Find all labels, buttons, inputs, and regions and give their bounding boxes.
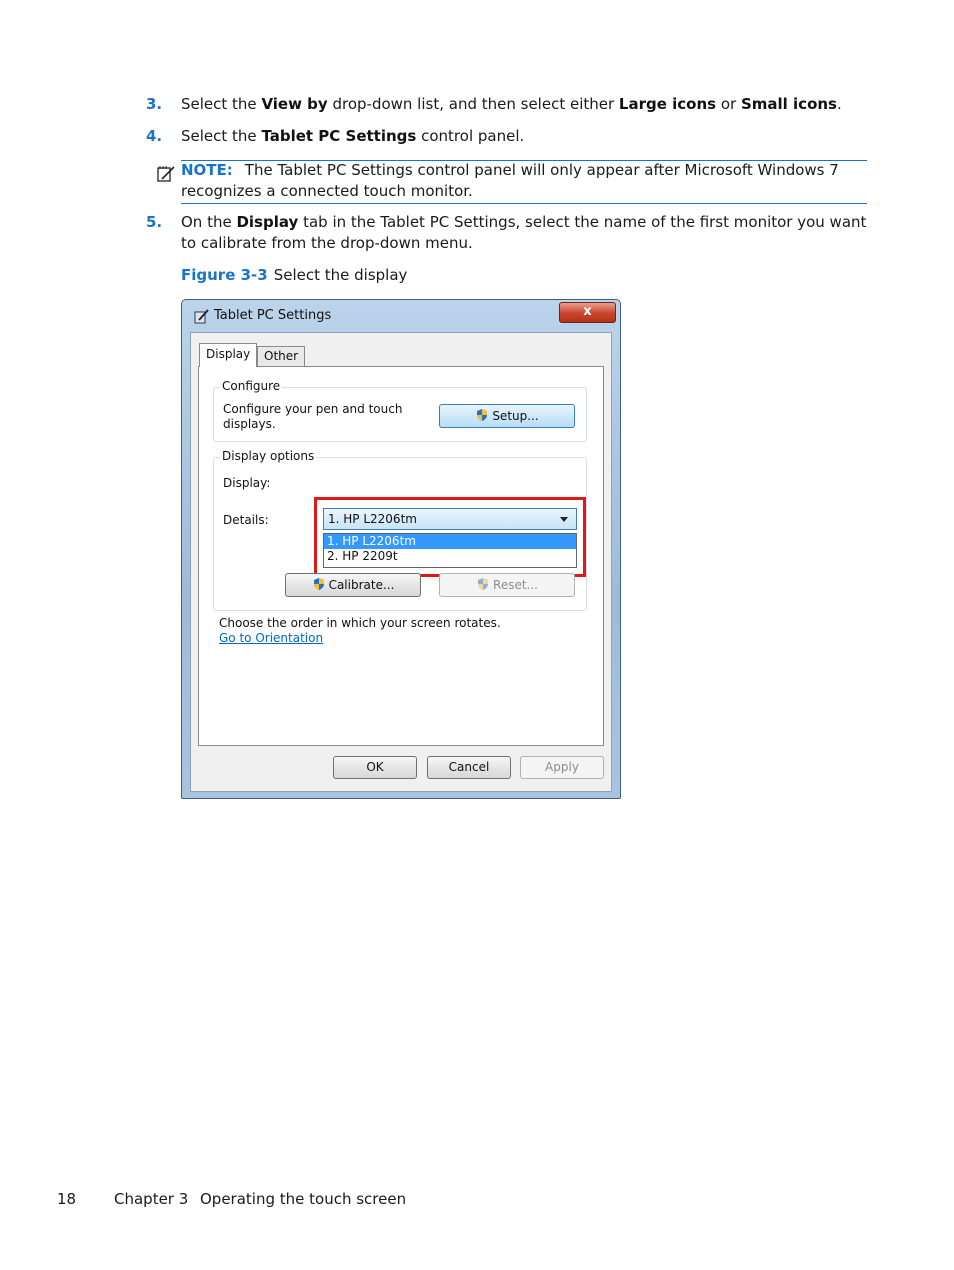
calibrate-button[interactable]: Calibrate... [285, 573, 421, 597]
dialog-client-area: Display Other Configure Configure your p… [190, 332, 612, 792]
close-button[interactable]: x [559, 302, 616, 323]
display-options-group-title: Display options [220, 449, 317, 463]
step-number: 4. [146, 127, 163, 145]
configure-description: Configure your pen and touch displays. [223, 402, 402, 432]
configure-description-line: Configure your pen and touch [223, 402, 403, 416]
step-number: 3. [146, 95, 163, 113]
bold-term: Tablet PC Settings [261, 127, 417, 145]
note-label: NOTE: [181, 161, 233, 179]
bold-term: Display [236, 213, 299, 231]
uac-shield-icon [477, 409, 488, 421]
step-text: On the Display tab in the Tablet PC Sett… [181, 212, 871, 254]
uac-shield-icon [478, 578, 489, 590]
go-to-orientation-link[interactable]: Go to Orientation [219, 631, 323, 645]
setup-button-label: Setup... [492, 409, 539, 423]
calibrate-button-label: Calibrate... [328, 578, 395, 592]
note-body: The Tablet PC Settings control panel wil… [181, 161, 839, 200]
orientation-text: Choose the order in which your screen ro… [219, 616, 501, 630]
text-run: Select the [181, 95, 262, 113]
footer-chapter-title: Operating the touch screen [200, 1190, 407, 1208]
ok-button[interactable]: OK [333, 756, 417, 779]
tab-display[interactable]: Display [199, 343, 258, 367]
figure-caption: Figure 3-3 Select the display [181, 265, 407, 286]
step-number: 5. [146, 213, 163, 231]
bold-term: Large icons [618, 95, 717, 113]
bold-term: Small icons [740, 95, 837, 113]
tab-other[interactable]: Other [257, 346, 306, 366]
reset-button[interactable]: Reset... [439, 573, 575, 597]
highlight-box [314, 497, 586, 577]
configure-group-title: Configure [220, 379, 283, 393]
text-run: . [836, 95, 842, 113]
text-run: On the [181, 213, 237, 231]
text-run: drop-down list, and then select either [327, 95, 619, 113]
step-text: Select the Tablet PC Settings control pa… [181, 126, 871, 147]
display-tab-panel: Configure Configure your pen and touch d… [198, 366, 604, 746]
reset-button-label: Reset... [493, 578, 538, 592]
tablet-pen-icon [194, 309, 209, 324]
window-title: Tablet PC Settings [214, 308, 332, 323]
configure-description-line: displays. [223, 417, 276, 431]
display-label: Display: [223, 476, 271, 490]
text-run: or [716, 95, 741, 113]
bold-term: View by [261, 95, 328, 113]
note-text: NOTE: The Tablet PC Settings control pane… [181, 160, 867, 202]
apply-button[interactable]: Apply [520, 756, 604, 779]
details-label: Details: [223, 513, 269, 527]
figure-caption-text: Select the display [273, 266, 408, 284]
footer-chapter: Chapter 3 [114, 1190, 189, 1208]
uac-shield-icon [313, 578, 324, 590]
text-run: Select the [181, 127, 262, 145]
note-pencil-icon [157, 166, 175, 182]
setup-button[interactable]: Setup... [439, 404, 575, 428]
step-text: Select the View by drop-down list, and t… [181, 94, 871, 115]
tablet-pc-settings-window: Tablet PC Settings x Display Other Confi… [181, 299, 621, 799]
text-run: control panel. [416, 127, 525, 145]
figure-label: Figure 3-3 [181, 266, 268, 284]
cancel-button[interactable]: Cancel [427, 756, 511, 779]
page-number: 18 [57, 1190, 77, 1208]
step-5: 5. On the Display tab in the Tablet PC S… [146, 212, 876, 256]
